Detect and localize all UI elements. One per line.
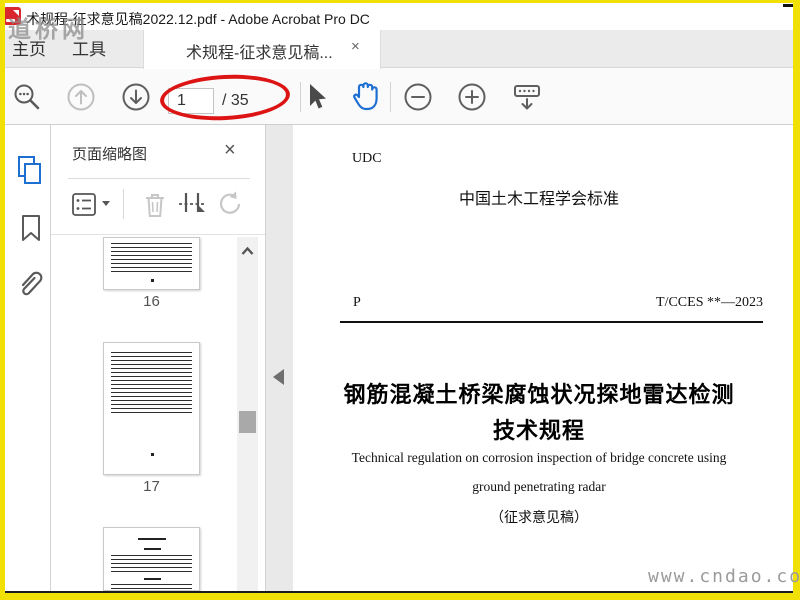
- navigation-sidebar: [5, 125, 51, 591]
- frame-border: [0, 0, 800, 3]
- frame-border: [793, 0, 800, 600]
- scrollbar-thumb[interactable]: [239, 411, 256, 433]
- divider: [123, 189, 124, 219]
- next-page-icon[interactable]: [121, 82, 151, 112]
- standard-number: T/CCES **—2023: [656, 295, 763, 310]
- thumbnail-label: 17: [143, 478, 160, 495]
- collapse-panel-icon[interactable]: [273, 369, 284, 385]
- site-watermark-topleft: 道桥网: [8, 16, 89, 43]
- tab-document[interactable]: 术规程-征求意见稿... ×: [143, 30, 381, 69]
- tab-close-icon[interactable]: ×: [351, 38, 360, 55]
- toolbar-separator: [390, 82, 391, 112]
- frame-border: [0, 0, 5, 600]
- find-icon[interactable]: [12, 82, 42, 112]
- udc-label: UDC: [352, 151, 382, 166]
- red-ellipse-annotation: [158, 71, 292, 124]
- trash-icon[interactable]: [141, 190, 169, 220]
- society-label: 中国土木工程学会标准: [458, 191, 619, 208]
- select-tool-icon[interactable]: [301, 82, 329, 112]
- zoom-out-icon[interactable]: [403, 82, 433, 112]
- main-toolbar: / 35: [0, 68, 800, 125]
- horizontal-rule: [340, 321, 763, 323]
- document-title-en-line2: ground penetrating radar: [472, 479, 606, 494]
- scroll-up-icon[interactable]: [240, 245, 255, 257]
- thumbnail-page-17[interactable]: [103, 342, 200, 475]
- options-caret-icon[interactable]: [102, 201, 110, 206]
- attachments-icon[interactable]: [15, 265, 47, 299]
- document-page[interactable]: UDC 中国土木工程学会标准 P T/CCES **—2023 钢筋混凝土桥梁腐…: [293, 125, 793, 591]
- thumbnail-label: 16: [143, 293, 160, 310]
- document-title-en-line1: Technical regulation on corrosion inspec…: [351, 450, 727, 465]
- thumbnail-page-16[interactable]: [103, 237, 200, 290]
- panel-close-icon[interactable]: ×: [224, 139, 236, 162]
- bookmarks-icon[interactable]: [18, 213, 44, 243]
- title-bar: 术规程-征求意见稿2022.12.pdf - Adobe Acrobat Pro…: [0, 3, 800, 30]
- hand-tool-icon[interactable]: [348, 80, 380, 114]
- draft-note: （征求意见稿）: [490, 511, 588, 526]
- zoom-in-icon[interactable]: [457, 82, 487, 112]
- frame-line: [5, 591, 793, 593]
- site-watermark-bottomright: www.cndao.com: [648, 566, 800, 587]
- divider: [51, 234, 265, 235]
- divider: [68, 178, 250, 179]
- page-thumbnails-panel: 页面缩略图 × 16 17: [51, 125, 265, 592]
- page-display-icon[interactable]: [511, 82, 543, 114]
- previous-page-icon[interactable]: [66, 82, 96, 112]
- tab-bar: [0, 30, 800, 68]
- frame-border: [0, 593, 800, 600]
- tab-document-label: 术规程-征求意见稿...: [186, 45, 333, 62]
- panel-title: 页面缩略图: [72, 146, 148, 163]
- panel-gutter: [265, 125, 293, 591]
- thumbnail-scrollbar[interactable]: [237, 237, 258, 591]
- options-icon[interactable]: [71, 192, 97, 218]
- crop-pages-icon[interactable]: [177, 190, 207, 220]
- document-title-line2: 技术规程: [492, 419, 585, 444]
- document-title-line1: 钢筋混凝土桥梁腐蚀状况探地雷达检测: [343, 383, 735, 408]
- page-thumbnails-icon[interactable]: [16, 155, 44, 185]
- acrobat-window: 术规程-征求意见稿2022.12.pdf - Adobe Acrobat Pro…: [0, 0, 800, 600]
- rotate-pages-icon[interactable]: [215, 190, 243, 220]
- thumbnail-page-18[interactable]: [103, 527, 200, 592]
